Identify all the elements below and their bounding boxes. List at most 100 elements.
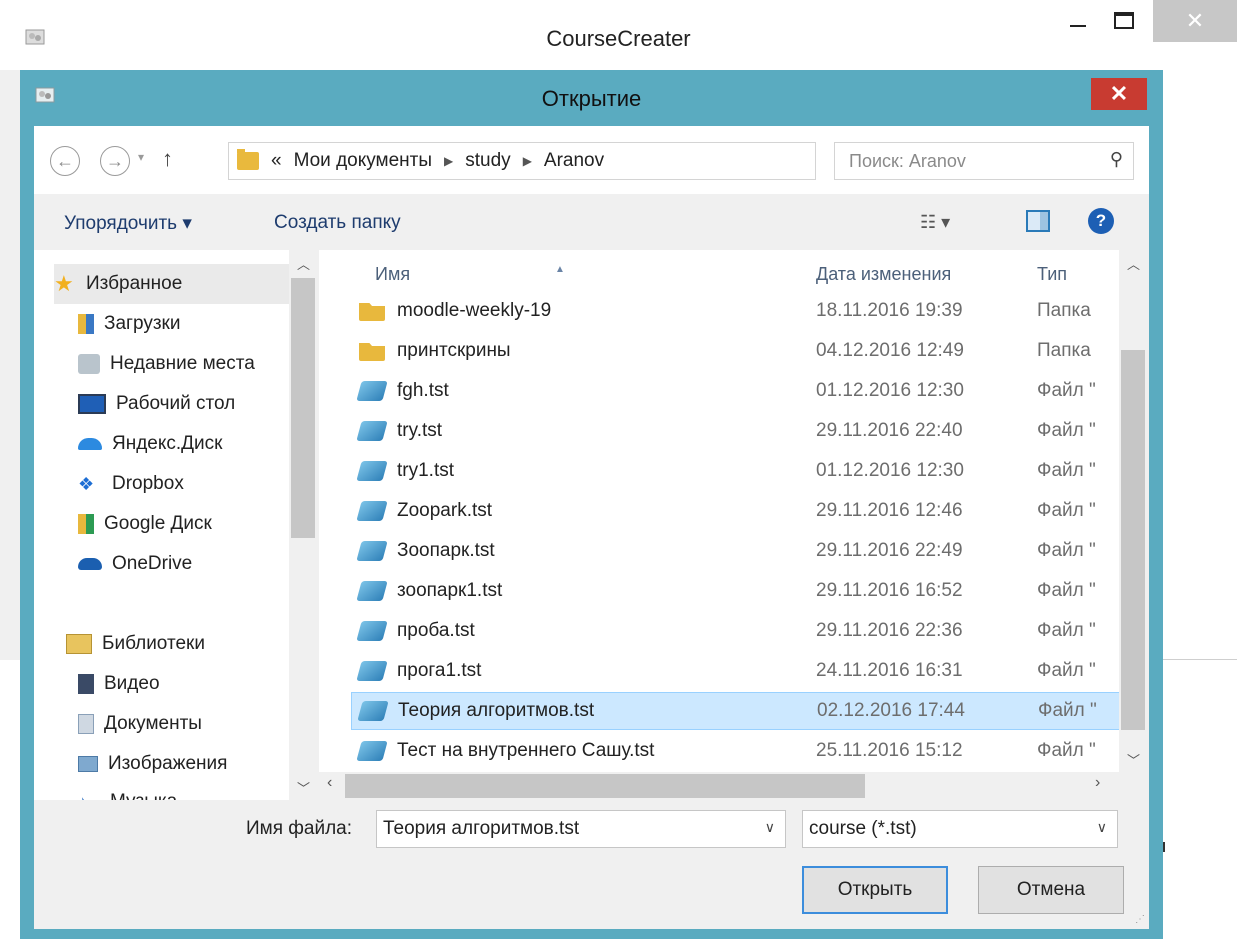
column-date-modified[interactable]: Дата изменения [816,264,951,285]
new-folder-button[interactable]: Создать папку [274,212,401,234]
navigation-pane: ★ Избранное Загрузки Недавние места Рабо… [34,250,319,800]
file-name: Zoopark.tst [397,500,493,521]
downloads-icon [78,314,94,334]
arrow-up-icon: ↑ [162,146,173,171]
breadcrumb-study[interactable]: study [465,150,510,172]
help-button[interactable]: ? [1088,208,1114,234]
file-type: Файл " [1037,380,1096,401]
chevron-down-icon[interactable]: ∨ [1097,819,1107,836]
file-row[interactable]: зоопарк1.tst 29.11.2016 16:52 Файл " [351,572,1121,610]
column-name[interactable]: Имя [375,264,410,285]
file-row[interactable]: moodle-weekly-19 18.11.2016 19:39 Папка [351,292,1121,330]
nav-item-downloads[interactable]: Загрузки [78,304,319,344]
nav-pane-scrollbar[interactable]: ︿ ﹀ [289,250,319,800]
nav-item-music[interactable]: ♪ Музыка [78,782,319,800]
file-row[interactable]: прога1.tst 24.11.2016 16:31 Файл " [351,652,1121,690]
chevron-down-icon[interactable]: ﹀ [297,778,310,797]
dialog-close-button[interactable]: ✕ [1091,78,1147,110]
file-row[interactable]: Тест на внутреннего Сашу.tst 25.11.2016 1… [351,732,1121,770]
file-name-input[interactable]: Теория алгоритмов.tst ∨ [376,810,786,848]
file-list: ▲ Имя Дата изменения Тип moodle-weekly-1… [319,250,1149,800]
chevron-up-icon[interactable]: ︿ [1127,254,1140,273]
file-name: зоопарк1.tst [397,580,503,601]
nav-item-documents[interactable]: Документы [78,704,319,744]
file-list-vertical-scrollbar[interactable]: ︿ ﹀ [1119,250,1149,772]
file-row[interactable]: проба.tst 29.11.2016 22:36 Файл " [351,612,1121,650]
nav-item-label: Недавние места [110,353,255,374]
nav-item-favorites[interactable]: ★ Избранное [54,264,289,304]
app-titlebar: CourseCreater ✕ [0,0,1237,70]
breadcrumb-separator-icon[interactable]: ▶ [523,154,532,168]
file-date: 04.12.2016 12:49 [816,340,964,361]
minimize-button[interactable] [1058,0,1098,42]
nav-pane-scrollbar-thumb[interactable] [291,278,315,538]
arrow-left-icon: ← [56,150,74,171]
search-input[interactable]: Поиск: Aranov ⚲ [834,142,1134,180]
address-overflow[interactable]: « [271,150,282,172]
nav-item-dropbox[interactable]: ❖ Dropbox [78,464,319,504]
file-type: Файл " [1037,500,1096,521]
up-button[interactable]: ↑ [162,146,173,172]
nav-item-desktop[interactable]: Рабочий стол [78,384,319,424]
cancel-button[interactable]: Отмена [978,866,1124,914]
nav-item-onedrive[interactable]: OneDrive [78,544,319,584]
preview-pane-button[interactable] [1026,210,1050,232]
file-icon [356,541,388,561]
change-view-button[interactable]: ☷ ▾ [920,212,950,233]
file-name-label: Имя файла: [246,818,353,839]
nav-item-label: Изображения [108,753,228,774]
nav-item-label: Яндекс.Диск [112,433,223,454]
file-type: Файл " [1037,420,1096,441]
chevron-right-icon[interactable]: › [1095,774,1100,792]
file-list-horizontal-scrollbar[interactable]: ‹ › [319,772,1149,800]
file-list-horizontal-scrollbar-thumb[interactable] [345,774,865,798]
file-row[interactable]: принтскрины 04.12.2016 12:49 Папка [351,332,1121,370]
file-row[interactable]: try.tst 29.11.2016 22:40 Файл " [351,412,1121,450]
file-date: 29.11.2016 22:36 [816,620,963,641]
file-name: прога1.tst [397,660,482,681]
column-type[interactable]: Тип [1037,264,1067,285]
file-name: Зоопарк.tst [397,540,495,561]
nav-item-video[interactable]: Видео [78,664,319,704]
app-close-button[interactable]: ✕ [1153,0,1237,42]
recent-locations-dropdown[interactable]: ▾ [138,150,144,164]
nav-item-libraries[interactable]: Библиотеки [66,624,319,664]
nav-item-label: Google Диск [104,513,212,534]
search-icon[interactable]: ⚲ [1110,149,1123,170]
nav-item-yandex-disk[interactable]: Яндекс.Диск [78,424,319,464]
nav-item-label: Документы [104,713,202,734]
arrow-right-icon: → [106,150,124,171]
chevron-down-icon: ▾ [138,150,145,164]
nav-item-pictures[interactable]: Изображения [78,744,319,784]
chevron-down-icon[interactable]: ∨ [765,819,775,836]
file-row[interactable]: Зоопарк.tst 29.11.2016 22:49 Файл " [351,532,1121,570]
open-button[interactable]: Открыть [802,866,948,914]
recent-places-icon [78,354,100,374]
file-type-filter[interactable]: course (*.tst) ∨ [802,810,1118,848]
chevron-down-icon[interactable]: ﹀ [1127,750,1140,769]
star-icon: ★ [54,271,74,296]
file-list-vertical-scrollbar-thumb[interactable] [1121,350,1145,730]
resize-grip-icon[interactable]: ⋰ [1135,914,1145,925]
maximize-button[interactable] [1098,0,1150,42]
back-button[interactable]: ← [50,146,80,176]
file-row-selected[interactable]: Теория алгоритмов.tst 02.12.2016 17:44 Фай… [351,692,1121,730]
nav-item-google-drive[interactable]: Google Диск [78,504,319,544]
google-drive-icon [78,514,94,534]
file-date: 02.12.2016 17:44 [817,700,965,721]
organize-button[interactable]: Упорядочить ▾ [64,212,192,235]
file-row[interactable]: try1.tst 01.12.2016 12:30 Файл " [351,452,1121,490]
address-bar[interactable]: « Мои документы ▶ study ▶ Aranov ∨ ↻ [228,142,1007,180]
forward-button[interactable]: → [100,146,130,176]
nav-item-recent-places[interactable]: Недавние места [78,344,319,384]
file-row[interactable]: fgh.tst 01.12.2016 12:30 Файл " [351,372,1121,410]
breadcrumb-my-documents[interactable]: Мои документы [294,150,432,172]
breadcrumb-aranov[interactable]: Aranov [544,150,604,172]
nav-item-label: Dropbox [112,473,184,494]
chevron-left-icon[interactable]: ‹ [327,774,332,792]
file-icon [356,621,388,641]
dialog-title: Открытие [541,86,642,111]
chevron-up-icon[interactable]: ︿ [297,254,310,273]
file-row[interactable]: Zoopark.tst 29.11.2016 12:46 Файл " [351,492,1121,530]
breadcrumb-separator-icon[interactable]: ▶ [444,154,453,168]
